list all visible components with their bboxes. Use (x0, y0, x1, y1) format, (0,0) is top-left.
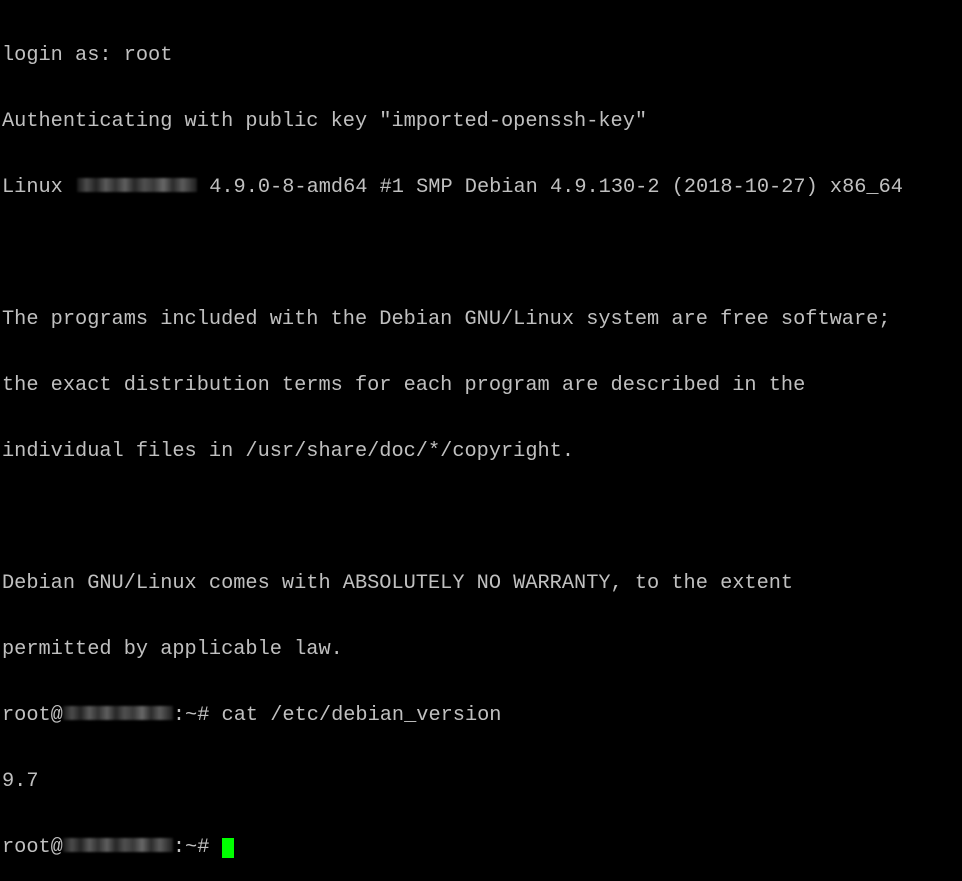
terminal-line-command: root@ :~# cat /etc/debian_version (2, 705, 960, 727)
terminal-line-motd-3: individual files in /usr/share/doc/*/cop… (2, 440, 575, 463)
redacted-hostname (77, 177, 198, 192)
terminal-cursor[interactable] (221, 838, 234, 858)
terminal-line-output: 9.7 (2, 770, 39, 793)
command-text: cat /etc/debian_version (221, 704, 502, 727)
kernel-prefix: Linux (2, 176, 76, 199)
terminal-line-warranty-1: Debian GNU/Linux comes with ABSOLUTELY N… (2, 572, 794, 595)
terminal-line-login: login as: root (2, 44, 173, 67)
prompt-suffix: :~# (172, 704, 222, 727)
kernel-info: 4.9.0-8-amd64 #1 SMP Debian 4.9.130-2 (2… (197, 176, 903, 199)
terminal-line-kernel: Linux 4.9.0-8-amd64 #1 SMP Debian 4.9.13… (2, 177, 960, 199)
redacted-hostname (62, 837, 173, 852)
prompt-user: root@ (2, 704, 63, 727)
terminal-window[interactable]: login as: root Authenticating with publi… (2, 1, 960, 859)
terminal-line-motd-1: The programs included with the Debian GN… (2, 308, 891, 331)
terminal-line-warranty-2: permitted by applicable law. (2, 638, 343, 661)
terminal-line-motd-2: the exact distribution terms for each pr… (2, 374, 806, 397)
terminal-line-prompt[interactable]: root@ :~# (2, 837, 960, 859)
redacted-hostname (62, 705, 173, 720)
prompt-user: root@ (2, 836, 63, 859)
prompt-suffix: :~# (172, 836, 222, 859)
terminal-line-auth: Authenticating with public key "imported… (2, 110, 648, 133)
